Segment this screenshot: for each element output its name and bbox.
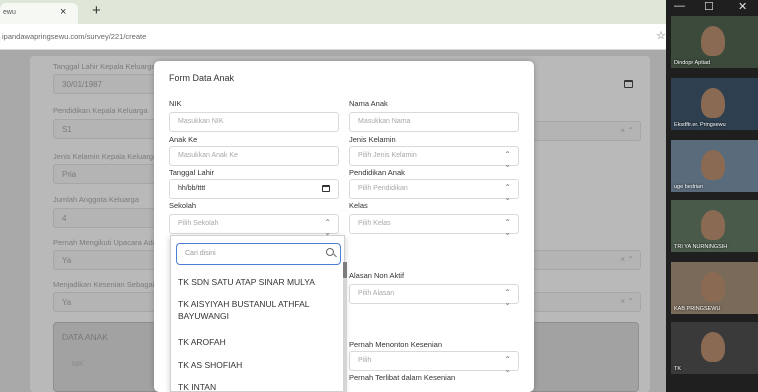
participant-avatar — [701, 26, 725, 56]
address-bar[interactable]: ipandawapringsewu.com/survey/221/create … — [0, 24, 672, 50]
bg-field: Pria — [53, 164, 167, 184]
participant-avatar — [701, 88, 725, 118]
clear-chevron-icon: × ⌃ — [620, 297, 634, 306]
dropdown-option[interactable]: TK SDN SATU ATAP SINAR MULYA — [178, 276, 338, 288]
clear-chevron-icon: × ⌃ — [620, 255, 634, 264]
participant-name: Dindopr Aptiad — [674, 60, 711, 66]
bg-label: Tanggal Lahir Kepala Keluarga — [53, 62, 156, 71]
dropdown-option[interactable]: TK AROFAH — [178, 336, 338, 348]
participant-video-tile[interactable]: TRI YA NURNINGSIH — [671, 200, 758, 252]
bg-label: Jumlah Anggota Keluarga — [53, 195, 139, 204]
bg-label: Pernah Mengikuti Upacara Adat — [53, 238, 159, 247]
sekolah-label: Sekolah — [169, 201, 197, 210]
bg-field: 4 — [53, 208, 167, 228]
participant-video-tile[interactable]: Eksdftr.er. Pringsewu — [671, 78, 758, 130]
calendar-icon — [624, 80, 633, 88]
participant-avatar — [701, 210, 725, 240]
sekolah-dropdown: Cari disini TK SDN SATU ATAP SINAR MULYA… — [170, 235, 345, 392]
data-anak-nik-header: NIK — [72, 361, 84, 368]
dropdown-option[interactable]: TK AS SHOFIAH — [178, 359, 338, 371]
tanggal-lahir-input[interactable]: hh/bb/tttt — [169, 179, 339, 199]
bg-field: Ya — [53, 292, 167, 312]
kelas-label: Kelas — [349, 201, 368, 210]
modal-title: Form Data Anak — [169, 73, 235, 83]
kelas-select[interactable]: Pilih Kelas ⌃ ⌄ — [349, 214, 519, 237]
jenis-kelamin-placeholder: Pilih Jenis Kelamin — [358, 152, 417, 159]
bg-field: Ya — [53, 250, 167, 270]
participant-name: KAB PRINGSEWU — [674, 306, 721, 312]
pendidikan-anak-label: Pendidikan Anak — [349, 168, 405, 177]
clear-chevron-icon: × ⌃ — [620, 126, 634, 135]
bg-select: × ⌃ — [533, 250, 641, 270]
pernah-menonton-label: Pernah Menonton Kesenian — [349, 340, 442, 349]
jenis-kelamin-label: Jenis Kelamin — [349, 135, 396, 144]
bg-label: Menjadikan Kesenian Sebagai — [53, 280, 155, 289]
browser-tab[interactable]: ewu × — [0, 3, 78, 24]
dropdown-option[interactable]: TK AISYIYAH BUSTANUL ATHFAL BAYUWANGI — [178, 298, 338, 322]
tanggal-lahir-label: Tanggal Lahir — [169, 168, 215, 177]
select-chevron-icon: ⌃ ⌄ — [504, 150, 511, 169]
tab-title: ewu — [3, 9, 16, 16]
bg-select: × ⌃ — [533, 292, 641, 312]
nama-anak-input[interactable]: Masukkan Nama — [349, 112, 519, 132]
pendidikan-anak-select[interactable]: Pilih Pendidikan ⌃ ⌄ — [349, 179, 519, 202]
search-icon — [326, 248, 334, 256]
participant-name: TK — [674, 366, 682, 372]
bg-field: S1 — [53, 119, 167, 139]
participant-name: TRI YA NURNINGSIH — [674, 244, 728, 250]
jenis-kelamin-select[interactable]: Pilih Jenis Kelamin ⌃ ⌄ — [349, 146, 519, 169]
sekolah-select[interactable]: Pilih Sekolah ⌃ ⌄ — [169, 214, 339, 237]
bg-label: Pendidikan Kepala Keluarga — [53, 106, 148, 115]
participant-avatar — [701, 332, 725, 362]
select-chevron-icon: ⌃ ⌄ — [504, 288, 511, 307]
participant-avatar — [701, 150, 725, 180]
bg-field: 30/01/1987 — [53, 74, 167, 94]
dropdown-search-input[interactable]: Cari disini — [176, 243, 341, 265]
participant-avatar — [701, 272, 725, 302]
kelas-placeholder: Pilih Kelas — [358, 220, 391, 227]
pernah-terlibat-label: Pernah Terlibat dalam Kesenian — [349, 373, 456, 382]
tab-bar: ewu × + — [0, 0, 666, 24]
dropdown-scrollbar-track[interactable] — [343, 262, 347, 392]
maximize-icon[interactable]: ☐ — [704, 0, 714, 13]
dropdown-option[interactable]: TK INTAN — [178, 381, 338, 392]
bg-label: Jenis Kelamin Kepala Keluarga — [53, 152, 158, 161]
participant-video-tile[interactable]: Dindopr Aptiad — [671, 16, 758, 68]
select-chevron-icon: ⌃ ⌄ — [504, 183, 511, 202]
pernah-menonton-select[interactable]: Pilih ⌃ ⌄ — [349, 351, 519, 374]
bg-select: × ⌃ — [533, 121, 641, 141]
pernah-menonton-placeholder: Pilih — [358, 357, 372, 364]
pendidikan-placeholder: Pilih Pendidikan — [358, 185, 408, 192]
tanggal-lahir-value: hh/bb/tttt — [178, 185, 206, 192]
alasan-non-aktif-label: Alasan Non Aktif — [349, 271, 405, 280]
tab-close-icon[interactable]: × — [60, 6, 66, 18]
participant-name: Eksdftr.er. Pringsewu — [674, 122, 726, 128]
sekolah-placeholder: Pilih Sekolah — [178, 220, 219, 227]
nik-label: NIK — [169, 99, 182, 108]
select-chevron-icon: ⌃ ⌄ — [504, 218, 511, 237]
alasan-non-aktif-select[interactable]: Pilih Alasan ⌃ ⌄ — [349, 284, 519, 307]
close-icon[interactable]: ✕ — [738, 0, 747, 13]
anak-ke-input[interactable]: Masukkan Anak Ke — [169, 146, 339, 166]
participant-video-tile[interactable]: TK — [671, 322, 758, 374]
anak-ke-label: Anak Ke — [169, 135, 198, 144]
data-anak-title: DATA ANAK — [62, 332, 108, 342]
dropdown-scrollbar-thumb[interactable] — [343, 262, 347, 278]
participant-video-tile[interactable]: uge bedrian — [671, 140, 758, 192]
url-text[interactable]: ipandawapringsewu.com/survey/221/create — [2, 32, 146, 41]
minimize-icon[interactable]: — — [674, 0, 685, 12]
search-placeholder: Cari disini — [185, 250, 216, 257]
nama-anak-label: Nama Anak — [349, 99, 388, 108]
bookmark-star-icon[interactable]: ☆ — [656, 29, 666, 42]
participant-video-tile[interactable]: KAB PRINGSEWU — [671, 262, 758, 314]
alasan-placeholder: Pilih Alasan — [358, 290, 395, 297]
calendar-icon[interactable] — [322, 185, 330, 192]
participant-name: uge bedrian — [674, 184, 704, 190]
new-tab-button[interactable]: + — [92, 2, 101, 19]
nik-input[interactable]: Masukkan NIK — [169, 112, 339, 132]
select-chevron-icon: ⌃ ⌄ — [504, 355, 511, 374]
